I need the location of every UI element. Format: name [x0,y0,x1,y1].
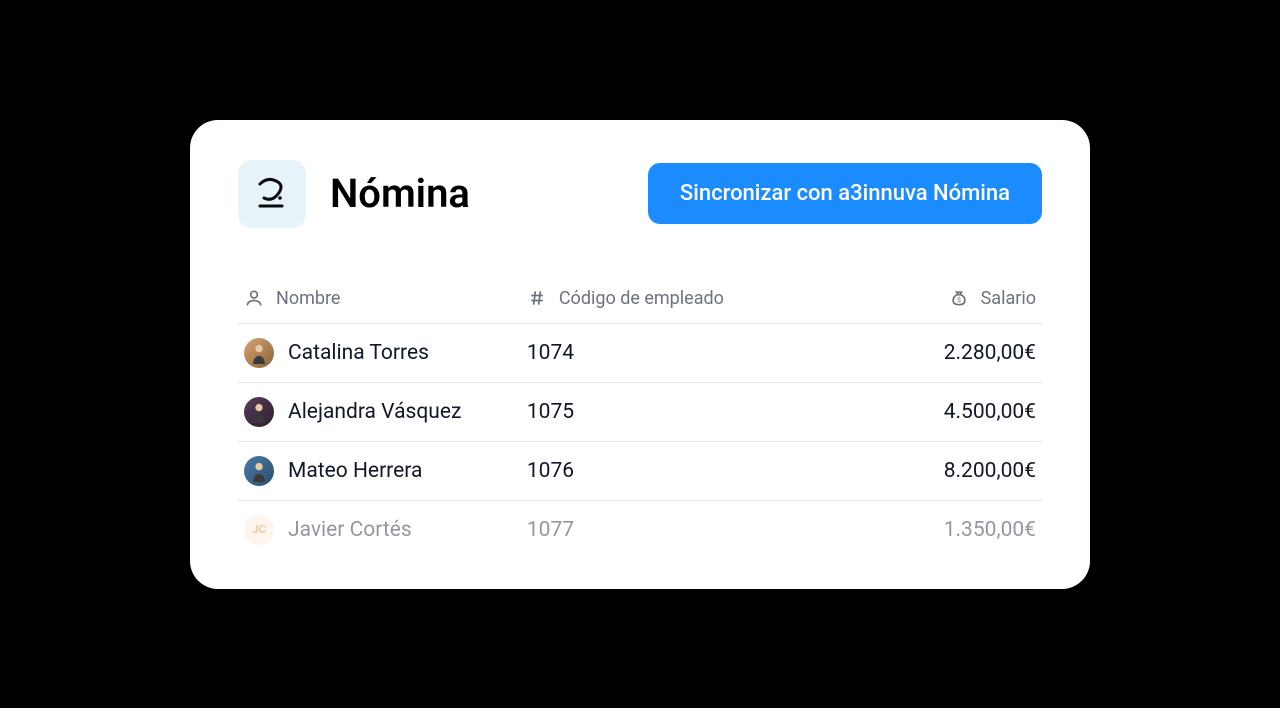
cell-name: Catalina Torres [244,338,527,368]
column-header-name[interactable]: Nombre [244,288,527,309]
avatar: JC [244,515,274,545]
payroll-card: Nómina Sincronizar con a3innuva Nómina N… [190,120,1090,589]
sync-button[interactable]: Sincronizar con a3innuva Nómina [648,163,1042,224]
cell-name: JC Javier Cortés [244,515,527,545]
employee-name: Javier Cortés [288,518,412,542]
column-label: Nombre [276,288,340,309]
hash-icon [527,288,547,308]
avatar [244,397,274,427]
cell-salary: 4.500,00€ [810,400,1036,424]
cell-salary: 8.200,00€ [810,459,1036,483]
employee-name: Alejandra Vásquez [288,400,461,424]
column-label: Salario [981,288,1036,309]
avatar [244,338,274,368]
column-header-salary[interactable]: $ Salario [810,288,1036,309]
cell-salary: 1.350,00€ [810,518,1036,542]
page-title: Nómina [330,170,470,217]
table-row[interactable]: JC Javier Cortés 10771.350,00€ [238,501,1042,559]
table-header: Nombre Código de empleado [238,276,1042,324]
cell-code: 1074 [527,341,810,365]
cell-name: Alejandra Vásquez [244,397,527,427]
person-icon [244,288,264,308]
cell-code: 1075 [527,400,810,424]
svg-text:$: $ [957,296,961,304]
employee-name: Mateo Herrera [288,459,422,483]
avatar [244,456,274,486]
employee-table: Nombre Código de empleado [238,276,1042,559]
card-header: Nómina Sincronizar con a3innuva Nómina [238,160,1042,228]
table-row[interactable]: Alejandra Vásquez 10754.500,00€ [238,383,1042,442]
cell-code: 1076 [527,459,810,483]
table-row[interactable]: Catalina Torres 10742.280,00€ [238,324,1042,383]
column-header-code[interactable]: Código de empleado [527,288,810,309]
table-row[interactable]: Mateo Herrera 10768.200,00€ [238,442,1042,501]
app-logo-icon [238,160,306,228]
employee-name: Catalina Torres [288,341,429,365]
column-label: Código de empleado [559,288,724,309]
cell-code: 1077 [527,518,810,542]
cell-salary: 2.280,00€ [810,341,1036,365]
cell-name: Mateo Herrera [244,456,527,486]
money-bag-icon: $ [949,288,969,308]
